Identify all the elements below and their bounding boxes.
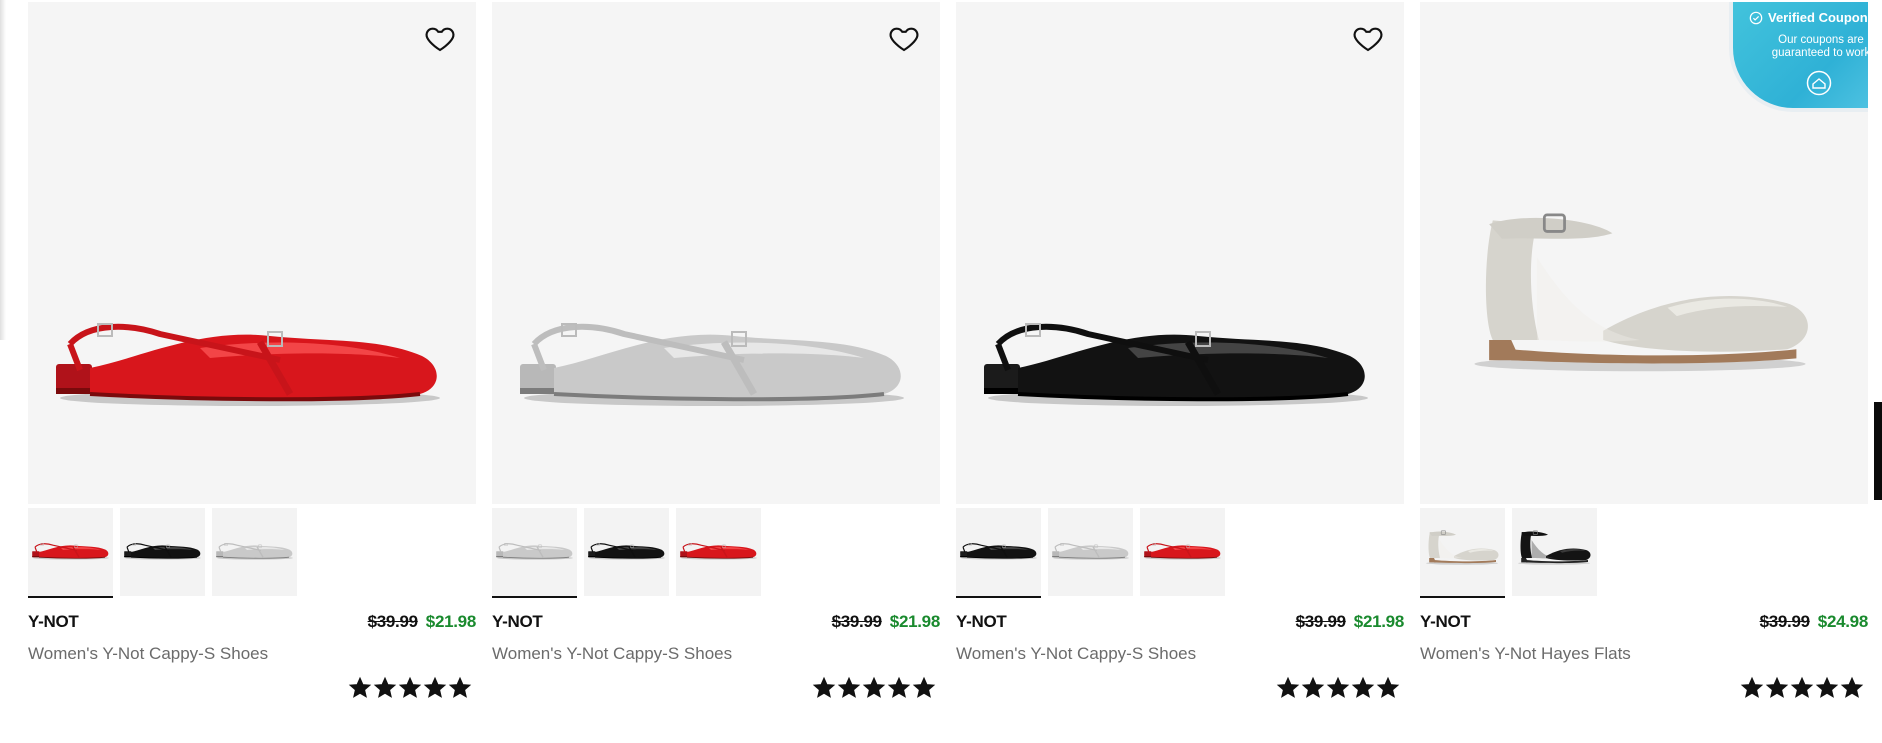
swatch-shoe-thumbnail [496,543,573,560]
star-icon [1301,676,1325,698]
swatch-shoe-thumbnail [216,543,293,560]
product-card[interactable]: Y-NOT $39.99 $21.98 Women's Y-Not Cappy-… [28,2,476,700]
product-title[interactable]: Women's Y-Not Cappy-S Shoes [956,644,1404,664]
original-price: $39.99 [831,612,883,631]
color-swatch-red[interactable] [1140,508,1225,596]
star-icon [373,676,397,698]
coupon-logo-icon [1806,70,1832,96]
star-icon [887,676,911,698]
star-icon [837,676,861,698]
original-price: $39.99 [1759,612,1811,631]
color-swatches [956,508,1404,598]
star-icon [1276,676,1300,698]
star-icon [1740,676,1764,698]
star-icon [1790,676,1814,698]
star-icon [1815,676,1839,698]
wishlist-heart-icon[interactable] [424,22,456,54]
color-swatches [492,508,940,598]
color-swatch-silver-flat[interactable] [1420,508,1505,598]
color-swatches [1420,508,1868,598]
wishlist-heart-icon[interactable] [1352,22,1384,54]
color-swatches [28,508,476,598]
coupon-subtitle: Our coupons are guaranteed to work [1771,34,1868,59]
color-swatch-silver[interactable] [492,508,577,598]
shoe-image [520,323,904,406]
product-grid: Y-NOT $39.99 $21.98 Women's Y-Not Cappy-… [28,2,1870,700]
sale-price: $21.98 [1353,612,1405,631]
brand-name: Y-NOT [492,612,543,631]
color-swatch-black-flat[interactable] [1512,508,1597,596]
original-price: $39.99 [367,612,419,631]
star-icon [862,676,886,698]
star-rating [28,676,476,700]
swatch-shoe-thumbnail [588,543,665,560]
product-card[interactable]: Verified Coupon Our coupons are guarante… [1420,2,1868,700]
star-rating [1420,676,1868,700]
verified-coupon-badge[interactable]: Verified Coupon Our coupons are guarante… [1733,2,1868,108]
product-title[interactable]: Women's Y-Not Hayes Flats [1420,644,1868,664]
star-icon [1376,676,1400,698]
product-card[interactable]: Y-NOT $39.99 $21.98 Women's Y-Not Cappy-… [492,2,940,700]
color-swatch-black[interactable] [956,508,1041,598]
swatch-shoe-thumbnail [1144,543,1221,560]
original-price: $39.99 [1295,612,1347,631]
star-icon [1326,676,1350,698]
color-swatch-black[interactable] [120,508,205,596]
shoe-image [984,323,1368,406]
color-swatch-red[interactable] [676,508,761,596]
product-image[interactable] [492,2,940,504]
star-icon [1840,676,1864,698]
color-swatch-red[interactable] [28,508,113,598]
star-icon [1351,676,1375,698]
product-image[interactable] [28,2,476,504]
swatch-shoe-thumbnail [1426,530,1499,565]
brand-name: Y-NOT [1420,612,1471,631]
page-edge-shadow [0,0,6,340]
sale-price: $21.98 [425,612,477,631]
star-icon [812,676,836,698]
swatch-shoe-thumbnail [960,543,1037,560]
star-icon [423,676,447,698]
product-image[interactable]: Verified Coupon Our coupons are guarante… [1420,2,1868,504]
swatch-shoe-thumbnail [1518,530,1591,565]
shoe-image [56,323,440,406]
wishlist-heart-icon[interactable] [888,22,920,54]
check-circle-icon [1749,11,1763,24]
star-icon [348,676,372,698]
star-icon [912,676,936,698]
star-icon [398,676,422,698]
brand-name: Y-NOT [956,612,1007,631]
product-title[interactable]: Women's Y-Not Cappy-S Shoes [492,644,940,664]
star-rating [956,676,1404,700]
product-title[interactable]: Women's Y-Not Cappy-S Shoes [28,644,476,664]
color-swatch-silver[interactable] [1048,508,1133,596]
swatch-shoe-thumbnail [1052,543,1129,560]
swatch-shoe-thumbnail [680,543,757,560]
swatch-shoe-thumbnail [32,543,109,560]
product-image[interactable] [956,2,1404,504]
star-icon [1765,676,1789,698]
color-swatch-black[interactable] [584,508,669,596]
side-feedback-tab[interactable] [1874,402,1882,500]
product-card[interactable]: Y-NOT $39.99 $21.98 Women's Y-Not Cappy-… [956,2,1404,700]
star-rating [492,676,940,700]
color-swatch-silver[interactable] [212,508,297,596]
star-icon [448,676,472,698]
coupon-title: Verified Coupon [1768,10,1868,25]
brand-name: Y-NOT [28,612,79,631]
sale-price: $21.98 [889,612,941,631]
sale-price: $24.98 [1817,612,1869,631]
swatch-shoe-thumbnail [124,543,201,560]
